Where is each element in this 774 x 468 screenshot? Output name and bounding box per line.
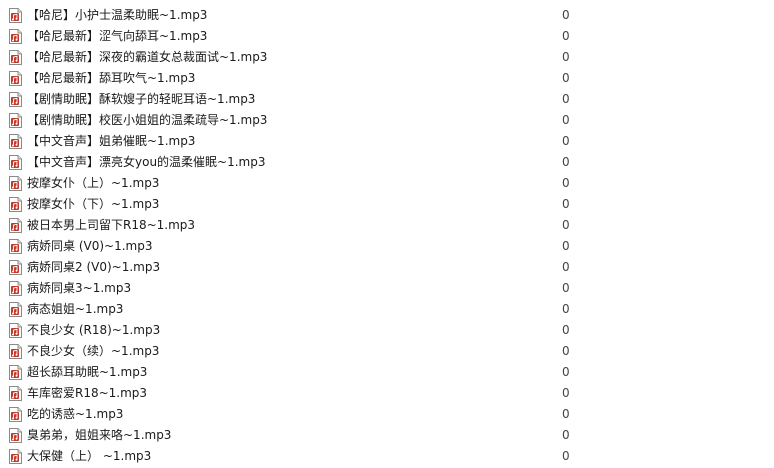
mp3-file-icon [9,8,22,23]
mp3-file-icon [9,113,22,128]
file-row[interactable]: 【中文音声】姐弟催眠~1.mp3 0 [0,131,774,152]
file-row[interactable]: 按摩女仆（上）~1.mp3 0 [0,173,774,194]
file-count: 0 [562,323,570,337]
mp3-file-icon [9,134,22,149]
file-name: 【哈尼最新】舔耳吹气~1.mp3 [27,71,196,85]
file-row[interactable]: 大保健（上） ~1.mp3 0 [0,446,774,467]
file-name: 不良少女 (R18)~1.mp3 [27,323,161,337]
mp3-file-icon [9,260,22,275]
file-row[interactable]: 超长舔耳助眠~1.mp3 0 [0,362,774,383]
file-name: 大保健（上） ~1.mp3 [27,449,152,463]
file-name: 【哈尼最新】深夜的霸道女总裁面试~1.mp3 [27,50,268,64]
file-count: 0 [562,239,570,253]
file-row[interactable]: 病娇同桌2 (V0)~1.mp3 0 [0,257,774,278]
mp3-file-icon [9,281,22,296]
file-count: 0 [562,407,570,421]
file-name: 臭弟弟，姐姐来咯~1.mp3 [27,428,172,442]
mp3-file-icon [9,176,22,191]
file-count: 0 [562,260,570,274]
mp3-file-icon [9,344,22,359]
file-count: 0 [562,302,570,316]
file-count: 0 [562,113,570,127]
mp3-file-icon [9,155,22,170]
mp3-file-icon [9,29,22,44]
file-name: 【哈尼最新】涩气向舔耳~1.mp3 [27,29,208,43]
file-count: 0 [562,176,570,190]
mp3-file-icon [9,92,22,107]
mp3-file-icon [9,428,22,443]
mp3-file-icon [9,239,22,254]
file-count: 0 [562,50,570,64]
file-count: 0 [562,155,570,169]
file-name: 按摩女仆（下）~1.mp3 [27,197,160,211]
file-row[interactable]: 【哈尼】小护士温柔助眠~1.mp3 0 [0,5,774,26]
file-count: 0 [562,386,570,400]
file-name: 不良少女（续）~1.mp3 [27,344,160,358]
mp3-file-icon [9,71,22,86]
file-count: 0 [562,428,570,442]
mp3-file-icon [9,50,22,65]
file-row[interactable]: 【哈尼最新】深夜的霸道女总裁面试~1.mp3 0 [0,47,774,68]
file-name: 【中文音声】姐弟催眠~1.mp3 [27,134,196,148]
file-name: 病态姐姐~1.mp3 [27,302,124,316]
file-name: 车库密爱R18~1.mp3 [27,386,148,400]
file-row[interactable]: 不良少女（续）~1.mp3 0 [0,341,774,362]
file-name: 【剧情助眠】校医小姐姐的温柔疏导~1.mp3 [27,113,268,127]
file-name: 【哈尼】小护士温柔助眠~1.mp3 [27,8,208,22]
file-list: 【哈尼】小护士温柔助眠~1.mp3 0 【哈尼最新】涩气向舔耳~1.mp3 0 [0,0,774,468]
file-name: 按摩女仆（上）~1.mp3 [27,176,160,190]
file-row[interactable]: 被日本男上司留下R18~1.mp3 0 [0,215,774,236]
file-row[interactable]: 病态姐姐~1.mp3 0 [0,299,774,320]
file-count: 0 [562,29,570,43]
mp3-file-icon [9,323,22,338]
file-row[interactable]: 病娇同桌3~1.mp3 0 [0,278,774,299]
file-row[interactable]: 【中文音声】漂亮女you的温柔催眠~1.mp3 0 [0,152,774,173]
file-count: 0 [562,218,570,232]
file-name: 【中文音声】漂亮女you的温柔催眠~1.mp3 [27,155,266,169]
mp3-file-icon [9,197,22,212]
file-name: 【剧情助眠】酥软嫂子的轻昵耳语~1.mp3 [27,92,256,106]
file-count: 0 [562,281,570,295]
file-name: 病娇同桌3~1.mp3 [27,281,132,295]
file-count: 0 [562,197,570,211]
file-count: 0 [562,71,570,85]
file-count: 0 [562,8,570,22]
mp3-file-icon [9,407,22,422]
mp3-file-icon [9,302,22,317]
file-name: 超长舔耳助眠~1.mp3 [27,365,148,379]
mp3-file-icon [9,218,22,233]
file-row[interactable]: 臭弟弟，姐姐来咯~1.mp3 0 [0,425,774,446]
file-count: 0 [562,365,570,379]
mp3-file-icon [9,365,22,380]
file-name: 吃的诱惑~1.mp3 [27,407,124,421]
file-name: 被日本男上司留下R18~1.mp3 [27,218,196,232]
file-row[interactable]: 【哈尼最新】舔耳吹气~1.mp3 0 [0,68,774,89]
mp3-file-icon [9,449,22,464]
file-name: 病娇同桌2 (V0)~1.mp3 [27,260,161,274]
file-row[interactable]: 按摩女仆（下）~1.mp3 0 [0,194,774,215]
file-count: 0 [562,92,570,106]
file-row[interactable]: 车库密爱R18~1.mp3 0 [0,383,774,404]
file-count: 0 [562,134,570,148]
file-count: 0 [562,449,570,463]
file-row[interactable]: 吃的诱惑~1.mp3 0 [0,404,774,425]
file-row[interactable]: 病娇同桌 (V0)~1.mp3 0 [0,236,774,257]
mp3-file-icon [9,386,22,401]
file-row[interactable]: 【剧情助眠】校医小姐姐的温柔疏导~1.mp3 0 [0,110,774,131]
file-row[interactable]: 不良少女 (R18)~1.mp3 0 [0,320,774,341]
file-row[interactable]: 【剧情助眠】酥软嫂子的轻昵耳语~1.mp3 0 [0,89,774,110]
file-row[interactable]: 【哈尼最新】涩气向舔耳~1.mp3 0 [0,26,774,47]
file-name: 病娇同桌 (V0)~1.mp3 [27,239,153,253]
file-count: 0 [562,344,570,358]
